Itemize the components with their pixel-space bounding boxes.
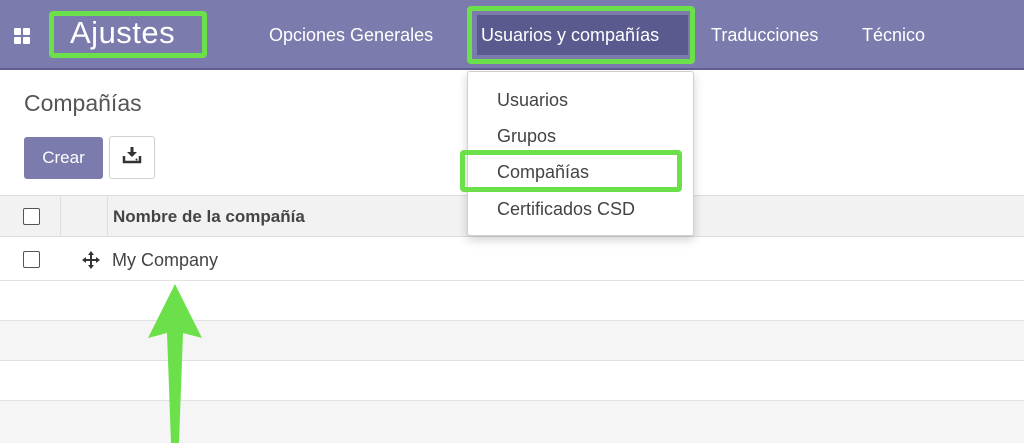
menu-highlight-box (467, 6, 695, 64)
select-all-checkbox[interactable] (23, 208, 40, 225)
header-separator (107, 196, 108, 236)
column-header-company-name[interactable]: Nombre de la compañía (113, 207, 305, 227)
dropdown-item-certificados-csd[interactable]: Certificados CSD (497, 199, 635, 220)
menu-opciones-generales[interactable]: Opciones Generales (269, 25, 433, 46)
company-name-cell[interactable]: My Company (112, 250, 218, 271)
brand-highlight-box (49, 11, 207, 58)
drag-handle-icon[interactable] (81, 250, 101, 270)
dropdown-highlight-box (460, 150, 682, 192)
menu-traducciones[interactable]: Traducciones (711, 25, 818, 46)
download-icon (122, 146, 142, 169)
dropdown-item-usuarios[interactable]: Usuarios (497, 90, 568, 111)
page-title: Compañías (24, 90, 142, 116)
menu-tecnico[interactable]: Técnico (862, 25, 925, 46)
header-separator (60, 196, 61, 236)
annotation-arrow-icon (140, 282, 210, 443)
create-button[interactable]: Crear (24, 137, 103, 179)
row-checkbox[interactable] (23, 251, 40, 268)
dropdown-item-grupos[interactable]: Grupos (497, 126, 556, 147)
table-row[interactable]: My Company (0, 238, 1024, 281)
download-button[interactable] (109, 136, 155, 179)
apps-grid-icon[interactable] (13, 27, 31, 45)
